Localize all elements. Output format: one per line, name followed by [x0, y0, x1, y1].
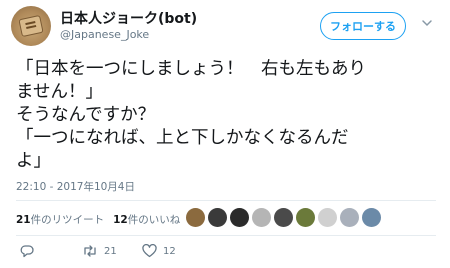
retweets-label: 件のリツイート — [30, 214, 105, 226]
tweet-timestamp[interactable]: 22:10 - 2017年10月4日 — [16, 179, 135, 194]
liker-avatar[interactable] — [208, 208, 227, 227]
retweet-icon — [84, 245, 96, 257]
liker-avatar[interactable] — [252, 208, 271, 227]
like-count: 12 — [163, 245, 176, 257]
tweet-line: ません！」 — [16, 82, 103, 102]
tweet-line: 「日本を一つにしましょう！ 右も左もあり — [16, 59, 366, 79]
divider — [16, 200, 436, 201]
liker-avatar[interactable] — [340, 208, 359, 227]
liker-avatar[interactable] — [186, 208, 205, 227]
liker-avatars — [186, 206, 381, 230]
tweet-line: 「一つになれば、上と下しかなくなるんだ — [16, 128, 349, 148]
reply-button[interactable] — [20, 244, 40, 258]
liker-avatar[interactable] — [230, 208, 249, 227]
shogi-piece-icon — [18, 14, 44, 38]
tweet-line: よ」 — [16, 151, 51, 171]
likes-count: 12 — [113, 214, 128, 226]
heart-icon — [142, 244, 157, 258]
liker-avatar[interactable] — [362, 208, 381, 227]
liker-avatar[interactable] — [274, 208, 293, 227]
retweets-count: 21 — [16, 214, 31, 226]
tweet-text: 「日本を一つにしましょう！ 右も左もあり ません！」 そうなんですか？ 「一つに… — [16, 58, 444, 173]
display-name[interactable]: 日本人ジョーク(bot) — [60, 8, 197, 28]
liker-avatar[interactable] — [318, 208, 337, 227]
reply-icon — [20, 245, 34, 258]
engagement-stats: 21件のリツイート 12件のいいね — [16, 212, 180, 227]
tweet-card: 日本人ジョーク(bot) @Japanese_Joke フォローする 「日本を一… — [0, 0, 450, 268]
chevron-down-icon[interactable] — [420, 16, 434, 30]
retweet-count: 21 — [104, 245, 117, 257]
liker-avatar[interactable] — [296, 208, 315, 227]
avatar[interactable] — [11, 6, 51, 46]
like-button[interactable]: 12 — [142, 244, 176, 258]
tweet-actions: 21 12 — [16, 244, 316, 262]
divider — [16, 235, 436, 236]
retweets-stat[interactable]: 21件のリツイート — [16, 212, 104, 227]
retweet-button[interactable]: 21 — [82, 244, 117, 258]
follow-button[interactable]: フォローする — [320, 12, 406, 40]
likes-label: 件のいいね — [127, 214, 181, 226]
user-handle[interactable]: @Japanese_Joke — [60, 28, 149, 41]
likes-stat[interactable]: 12件のいいね — [113, 212, 180, 227]
tweet-line: そうなんですか？ — [16, 105, 156, 125]
